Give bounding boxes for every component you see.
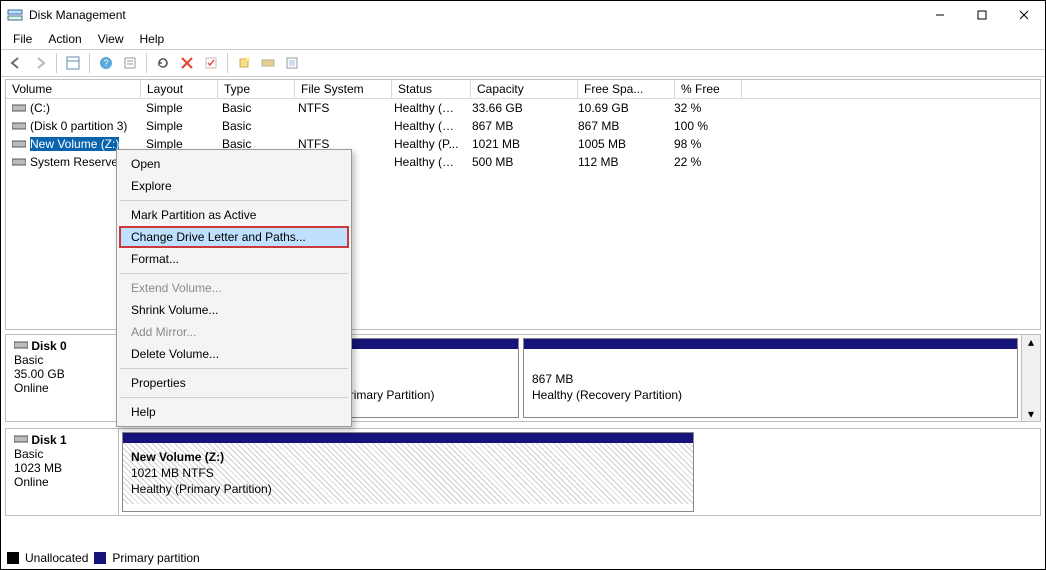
forward-button[interactable] (29, 52, 51, 74)
ctx-help[interactable]: Help (119, 401, 349, 423)
drive-icon (12, 138, 26, 148)
col-pctfree[interactable]: % Free (675, 80, 742, 98)
drive-icon (12, 102, 26, 112)
ctx-open[interactable]: Open (119, 153, 349, 175)
view-list-icon[interactable] (62, 52, 84, 74)
menu-bar: File Action View Help (1, 29, 1045, 49)
toolbar: ? (1, 49, 1045, 77)
ctx-add-mirror: Add Mirror... (119, 321, 349, 343)
col-volume[interactable]: Volume (6, 80, 141, 98)
settings-icon[interactable] (281, 52, 303, 74)
menu-file[interactable]: File (5, 30, 40, 48)
ctx-properties[interactable]: Properties (119, 372, 349, 394)
app-icon (7, 7, 23, 23)
ctx-mark-active[interactable]: Mark Partition as Active (119, 204, 349, 226)
close-button[interactable] (1003, 1, 1045, 29)
legend-swatch-unallocated (7, 552, 19, 564)
ctx-shrink-volume[interactable]: Shrink Volume... (119, 299, 349, 321)
col-capacity[interactable]: Capacity (471, 80, 578, 98)
menu-view[interactable]: View (90, 30, 132, 48)
disk-icon (14, 339, 28, 349)
drive-icon (12, 156, 26, 166)
properties-icon[interactable] (119, 52, 141, 74)
ctx-delete-volume[interactable]: Delete Volume... (119, 343, 349, 365)
disk-icon (14, 433, 28, 443)
col-fs[interactable]: File System (295, 80, 392, 98)
check-icon[interactable] (200, 52, 222, 74)
chevron-down-icon[interactable]: ▾ (1028, 407, 1034, 421)
col-status[interactable]: Status (392, 80, 471, 98)
maximize-button[interactable] (961, 1, 1003, 29)
ctx-explore[interactable]: Explore (119, 175, 349, 197)
title-bar: Disk Management (1, 1, 1045, 29)
ctx-extend-volume: Extend Volume... (119, 277, 349, 299)
delete-icon[interactable] (176, 52, 198, 74)
refresh-icon[interactable] (152, 52, 174, 74)
back-button[interactable] (5, 52, 27, 74)
context-menu: Open Explore Mark Partition as Active Ch… (116, 149, 352, 427)
minimize-button[interactable] (919, 1, 961, 29)
disk1-label: Disk 1 Basic 1023 MB Online (6, 429, 119, 515)
help-icon[interactable]: ? (95, 52, 117, 74)
volume-row[interactable]: (Disk 0 partition 3) Simple Basic Health… (6, 117, 1040, 135)
chevron-up-icon[interactable]: ▴ (1028, 335, 1034, 349)
volume-row[interactable]: (C:) Simple Basic NTFS Healthy (B... 33.… (6, 99, 1040, 117)
disk0-partition-recovery[interactable]: 867 MB Healthy (Recovery Partition) (523, 338, 1018, 418)
window-title: Disk Management (29, 8, 919, 22)
disk-scrollbar[interactable]: ▴ ▾ (1021, 335, 1040, 421)
col-free[interactable]: Free Spa... (578, 80, 675, 98)
col-layout[interactable]: Layout (141, 80, 218, 98)
legend-swatch-primary (94, 552, 106, 564)
disk0-label: Disk 0 Basic 35.00 GB Online (6, 335, 119, 421)
disk1-pane: Disk 1 Basic 1023 MB Online New Volume (… (5, 428, 1041, 516)
disk-icon[interactable] (257, 52, 279, 74)
volume-list-header: Volume Layout Type File System Status Ca… (6, 80, 1040, 99)
menu-action[interactable]: Action (40, 30, 89, 48)
new-icon[interactable] (233, 52, 255, 74)
col-type[interactable]: Type (218, 80, 295, 98)
svg-text:?: ? (103, 58, 108, 68)
ctx-format[interactable]: Format... (119, 248, 349, 270)
menu-help[interactable]: Help (132, 30, 173, 48)
drive-icon (12, 120, 26, 130)
legend: Unallocated Primary partition (7, 551, 200, 565)
disk1-partition-z[interactable]: New Volume (Z:) 1021 MB NTFS Healthy (Pr… (122, 432, 694, 512)
ctx-change-drive-letter[interactable]: Change Drive Letter and Paths... (119, 226, 349, 248)
